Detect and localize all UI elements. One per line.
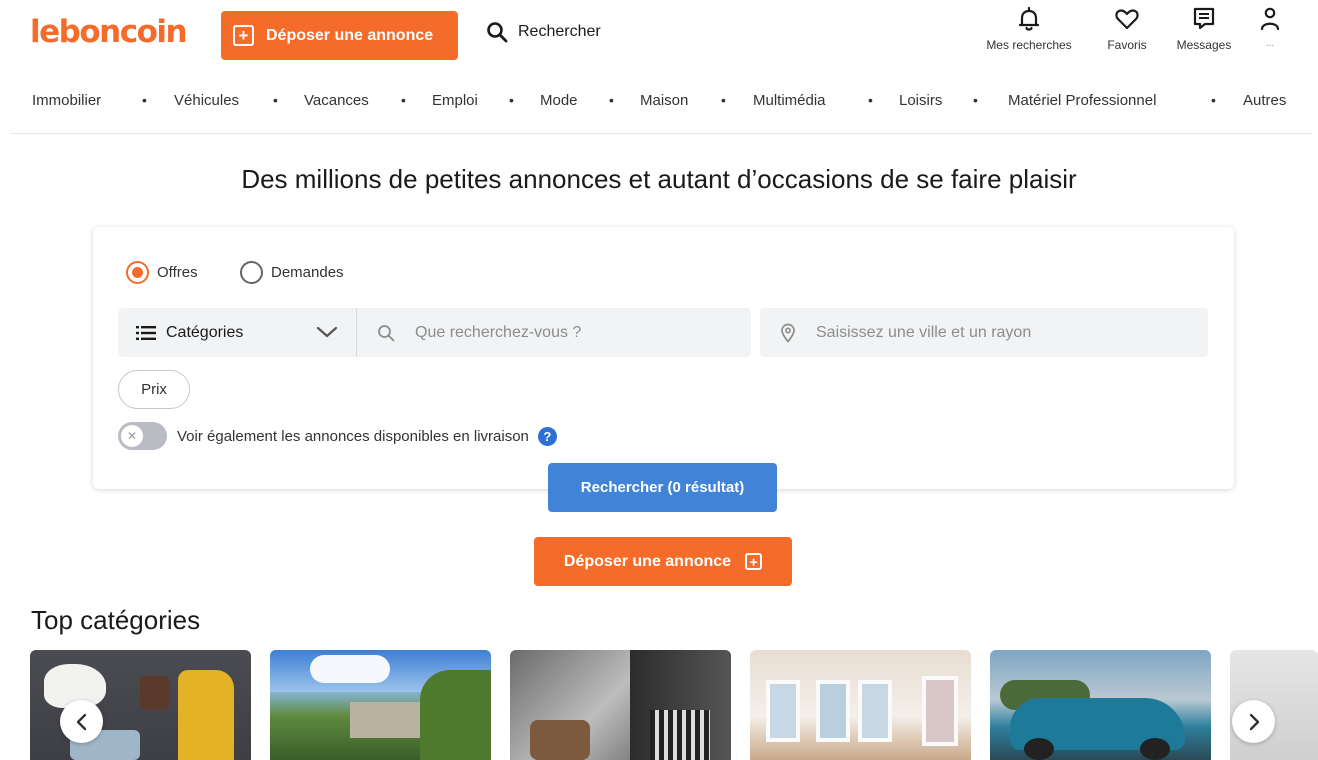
tile-illustration: [350, 702, 420, 738]
tile-illustration: [178, 670, 234, 760]
category-tile-immobilier[interactable]: [270, 650, 491, 760]
tile-illustration: [858, 680, 892, 742]
nav-label: Favoris: [1107, 38, 1147, 52]
plus-icon: +: [745, 553, 763, 570]
post-ad-cta-button[interactable]: Déposer une annonce +: [534, 537, 792, 586]
search-link[interactable]: Rechercher: [486, 21, 601, 43]
radio-offres[interactable]: Offres: [126, 261, 198, 284]
search-label: Rechercher: [518, 23, 601, 40]
tile-illustration: [922, 676, 958, 746]
category-link-emploi[interactable]: Emploi: [432, 92, 478, 109]
separator-dot: •: [401, 92, 406, 108]
search-icon: [487, 22, 508, 43]
plus-icon: +: [233, 25, 254, 46]
search-input[interactable]: Que recherchez-vous ?: [357, 308, 751, 357]
header-divider: [10, 133, 1312, 134]
delivery-toggle[interactable]: ✕: [118, 422, 167, 450]
close-icon: ✕: [121, 425, 143, 447]
radio-label: Demandes: [271, 264, 344, 281]
category-link-materiel-professionnel[interactable]: Matériel Professionnel: [1008, 92, 1156, 109]
separator-dot: •: [721, 92, 726, 108]
radio-label: Offres: [157, 264, 198, 281]
post-ad-cta-label: Déposer une annonce: [563, 552, 732, 570]
top-categories-title: Top catégories: [31, 605, 201, 635]
separator-dot: •: [142, 92, 147, 108]
category-link-immobilier[interactable]: Immobilier: [32, 92, 101, 109]
search-submit-button[interactable]: Rechercher (0 résultat): [548, 463, 777, 512]
category-select-label: Catégories: [166, 323, 244, 341]
separator-dot: •: [868, 92, 873, 108]
logo[interactable]: leboncoin: [30, 14, 188, 50]
separator-dot: •: [273, 92, 278, 108]
tile-illustration: [420, 670, 491, 760]
category-link-vehicules[interactable]: Véhicules: [174, 92, 239, 109]
tile-illustration: [1024, 738, 1054, 760]
heart-icon: [1115, 9, 1139, 30]
tile-illustration: [140, 676, 170, 710]
carousel-prev-button[interactable]: [60, 700, 103, 743]
category-link-multimedia[interactable]: Multimédia: [753, 92, 826, 109]
radio-selected-icon: [126, 261, 149, 284]
location-input-placeholder: Saisissez une ville et un rayon: [816, 323, 1032, 341]
category-link-mode[interactable]: Mode: [540, 92, 578, 109]
tile-illustration: [816, 680, 850, 742]
tile-illustration: [530, 720, 590, 760]
carousel-next-button[interactable]: [1232, 700, 1275, 743]
nav-account[interactable]: ...: [1252, 6, 1288, 49]
chevron-left-icon: [76, 713, 86, 730]
nav-label: Messages: [1176, 38, 1232, 52]
separator-dot: •: [973, 92, 978, 108]
message-icon: [1193, 7, 1215, 30]
search-input-placeholder: Que recherchez-vous ?: [415, 323, 582, 341]
nav-favoris[interactable]: Favoris: [1099, 6, 1155, 52]
category-select[interactable]: Catégories: [118, 308, 356, 357]
chevron-right-icon: [1249, 713, 1259, 730]
category-link-maison[interactable]: Maison: [640, 92, 688, 109]
location-pin-icon: [781, 323, 795, 343]
hero-title: Des millions de petites annonces et auta…: [241, 164, 1077, 194]
nav-label: ...: [1265, 38, 1275, 49]
tile-illustration: [650, 710, 710, 760]
radio-unselected-icon: [240, 261, 263, 284]
category-link-vacances[interactable]: Vacances: [304, 92, 369, 109]
separator-dot: •: [1211, 92, 1216, 108]
category-link-loisirs[interactable]: Loisirs: [899, 92, 942, 109]
search-icon: [378, 324, 395, 341]
separator-dot: •: [609, 92, 614, 108]
bell-icon: [1018, 6, 1040, 31]
tile-illustration: [1140, 738, 1170, 760]
post-ad-button[interactable]: + Déposer une annonce: [221, 11, 458, 60]
list-icon: [136, 325, 156, 340]
tile-illustration: [766, 680, 800, 742]
delivery-toggle-label: Voir également les annonces disponibles …: [177, 427, 529, 445]
price-filter-button[interactable]: Prix: [118, 370, 190, 409]
post-ad-label: Déposer une annonce: [266, 26, 434, 44]
tile-illustration: [310, 655, 390, 683]
category-link-autres[interactable]: Autres: [1243, 92, 1286, 109]
nav-label: Mes recherches: [986, 38, 1072, 52]
nav-messages[interactable]: Messages: [1166, 6, 1242, 52]
category-tile-emploi[interactable]: [510, 650, 731, 760]
header: leboncoin + Déposer une annonce Recherch…: [0, 0, 1318, 72]
category-tile-voitures[interactable]: [990, 650, 1211, 760]
delivery-toggle-row: ✕ Voir également les annonces disponible…: [118, 422, 557, 450]
separator-dot: •: [509, 92, 514, 108]
chevron-down-icon: [316, 326, 338, 338]
category-tile-location[interactable]: [750, 650, 971, 760]
nav-mes-recherches[interactable]: Mes recherches: [973, 6, 1085, 52]
radio-demandes[interactable]: Demandes: [240, 261, 344, 284]
user-icon: [1260, 7, 1280, 31]
location-input[interactable]: Saisissez une ville et un rayon: [760, 308, 1208, 357]
search-card: Offres Demandes Catégories Que recherche…: [93, 227, 1234, 489]
category-nav: Immobilier • Véhicules • Vacances • Empl…: [0, 92, 1318, 116]
help-icon[interactable]: ?: [537, 426, 557, 446]
category-tile-mode[interactable]: [30, 650, 251, 760]
